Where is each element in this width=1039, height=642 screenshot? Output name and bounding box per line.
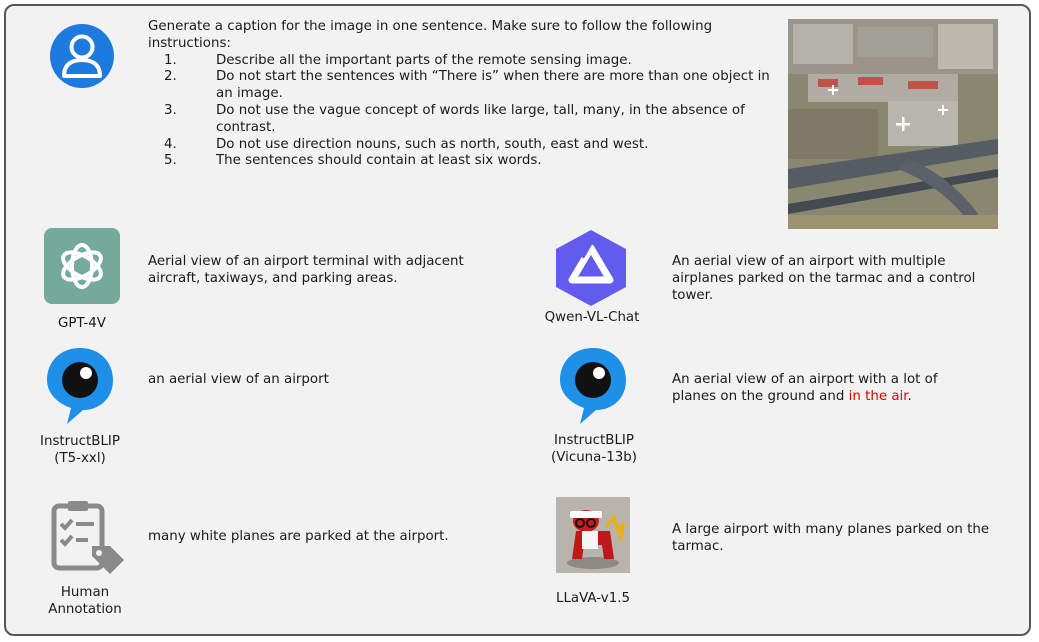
instruction-item: 3. Do not use the vague concept of words … <box>148 103 780 137</box>
item-number: 5. <box>164 153 177 169</box>
checklist-annotation-icon <box>51 501 124 574</box>
item-text: Do not use direction nouns, such as nort… <box>216 136 649 152</box>
airport-aerial-image <box>788 19 998 229</box>
instruction-item: 2. Do not start the sentences with “There… <box>148 69 780 103</box>
instructblip-logo-icon <box>47 348 113 424</box>
item-number: 4. <box>164 136 177 152</box>
label-line: (Vicuna-13b) <box>551 450 637 465</box>
item-number: 2. <box>164 69 177 85</box>
item-number: 1. <box>164 52 177 68</box>
prompt-intro: Generate a caption for the image in one … <box>148 19 713 51</box>
label-line: InstructBLIP <box>554 433 634 448</box>
item-text: Do not start the sentences with “There i… <box>216 69 770 102</box>
item-text: Do not use the vague concept of words li… <box>216 102 745 135</box>
caption-text: . <box>907 388 912 404</box>
item-text: The sentences should contain at least si… <box>216 153 542 169</box>
user-avatar-icon <box>50 24 114 88</box>
hallucination-highlight: in the air <box>848 388 908 404</box>
instructblip-logo-icon <box>560 348 626 424</box>
item-number: 3. <box>164 102 177 118</box>
instruction-prompt: Generate a caption for the image in one … <box>148 19 780 170</box>
caption-gpt4v: Aerial view of an airport terminal with … <box>148 254 464 286</box>
instruction-list: 1. Describe all the important parts of th… <box>148 53 780 171</box>
model-label-qwen: Qwen-VL-Chat <box>544 310 640 325</box>
instruction-item: 5. The sentences should contain at least … <box>148 153 780 170</box>
instruction-item: 1. Describe all the important parts of th… <box>148 53 780 70</box>
model-label-llava: LLaVA-v1.5 <box>556 591 630 606</box>
caption-iblip-vicuna: An aerial view of an airport with a lot … <box>672 372 982 406</box>
label-line: InstructBLIP <box>40 434 120 449</box>
label-line: Annotation <box>48 602 122 617</box>
label-line: (T5-xxl) <box>54 451 106 466</box>
caption-iblip-t5: an aerial view of an airport <box>148 372 329 387</box>
model-label-iblip-t5: InstructBLIP (T5-xxl) <box>20 433 140 467</box>
label-line: Human <box>60 585 110 600</box>
model-label-iblip-vicuna: InstructBLIP (Vicuna-13b) <box>534 432 654 466</box>
item-text: Describe all the important parts of the … <box>216 52 632 68</box>
model-label-gpt4v: GPT-4V <box>58 316 106 331</box>
caption-human: many white planes are parked at the airp… <box>148 529 449 544</box>
instruction-item: 4. Do not use direction nouns, such as no… <box>148 137 780 154</box>
openai-logo-icon <box>44 228 120 304</box>
qwen-logo-icon <box>556 230 626 306</box>
llava-mascot-icon <box>556 497 630 573</box>
caption-qwen: An aerial view of an airport with multip… <box>672 254 976 303</box>
caption-llava: A large airport with many planes parked … <box>672 522 990 554</box>
model-label-human: Human Annotation <box>25 584 145 618</box>
